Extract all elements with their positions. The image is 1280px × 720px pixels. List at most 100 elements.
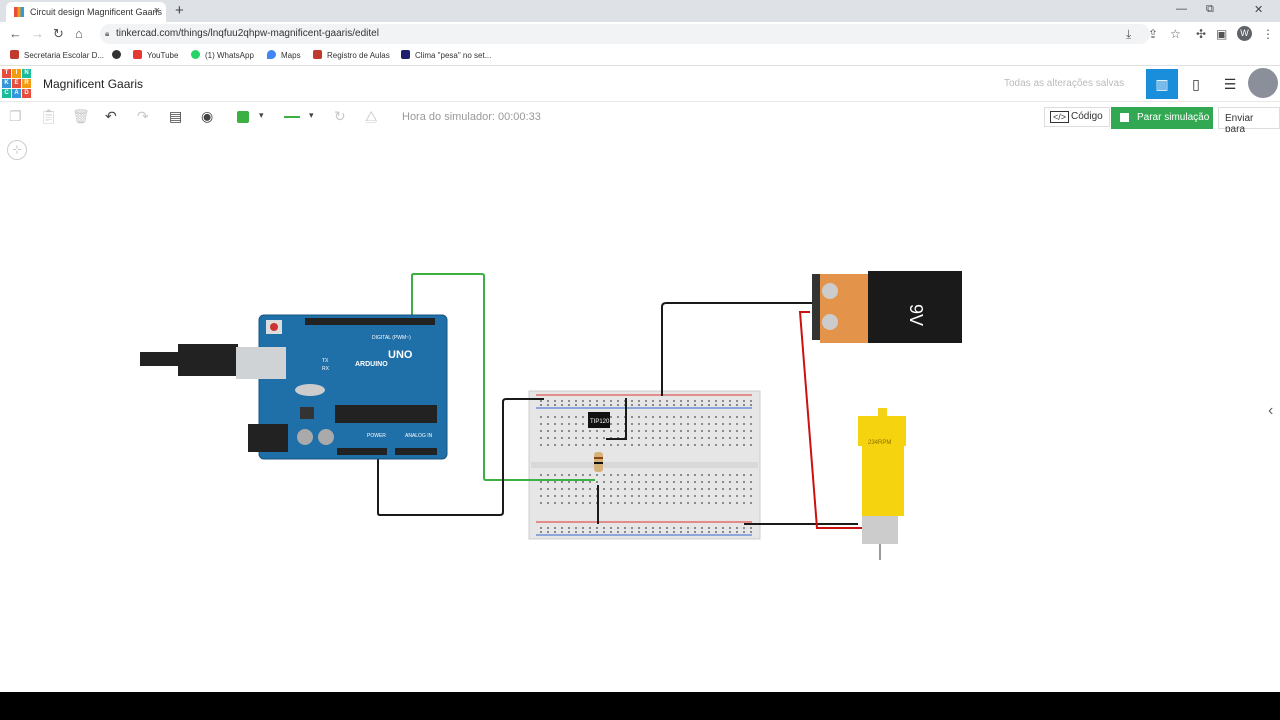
share-icon[interactable]: ⇪ (1148, 27, 1158, 41)
tinkercad-logo[interactable]: T I N K E R C A D (2, 69, 31, 98)
breadboard-hole (561, 527, 563, 529)
tip120-transistor[interactable]: TIP120 (588, 412, 610, 428)
send-to-button[interactable]: Enviar para (1218, 107, 1280, 135)
svg-text:ARDUINO: ARDUINO (355, 361, 388, 368)
side-panel-icon[interactable]: ▣ (1216, 27, 1227, 41)
bookmark-star-icon[interactable]: ☆ (1170, 27, 1181, 41)
schematic-view-button[interactable]: ▯ (1180, 69, 1212, 99)
arduino-uno[interactable]: ARDUINO UNO DIGITAL (PWM~) POWER ANALOG … (140, 314, 448, 460)
breadboard-hole (617, 400, 619, 402)
browser-menu-icon[interactable]: ⋮ (1262, 27, 1274, 41)
restore-icon[interactable]: ⧉ (1206, 3, 1214, 16)
user-avatar[interactable] (1248, 68, 1278, 98)
notes-visibility-icon[interactable]: ◉ (201, 108, 213, 125)
download-icon[interactable]: ⤓ (1126, 27, 1131, 42)
bookmark-item[interactable]: (1) WhatsApp (191, 50, 254, 60)
breadboard-hole (736, 488, 738, 490)
breadboard-hole (540, 481, 542, 483)
breadboard-hole (694, 423, 696, 425)
9v-battery[interactable]: 9V (812, 271, 962, 343)
color-dropdown-chevron-icon[interactable]: ▾ (259, 110, 264, 121)
breadboard-hole (687, 430, 689, 432)
breadboard-hole (652, 481, 654, 483)
dc-motor[interactable]: 234RPM (858, 408, 906, 560)
forward-icon[interactable]: → (31, 26, 44, 41)
copy-icon[interactable]: ❐ (9, 108, 22, 125)
svg-text:9V: 9V (906, 304, 926, 326)
breadboard-hole (540, 437, 542, 439)
reload-icon[interactable]: ↻ (53, 26, 64, 42)
color-swatch[interactable] (237, 111, 249, 123)
url-bar[interactable]: tinkercad.com/things/lnqfuu2qhpw-magnifi… (100, 24, 1150, 44)
wire-dropdown-chevron-icon[interactable]: ▾ (309, 110, 314, 121)
paste-icon[interactable]: 📋︎ (40, 108, 58, 125)
back-icon[interactable]: ← (9, 26, 22, 41)
bookmark-item[interactable]: YouTube (133, 50, 178, 60)
breadboard[interactable] (528, 390, 761, 540)
breadboard-hole (596, 437, 598, 439)
rotate-icon[interactable]: ↻ (334, 108, 346, 125)
bookmark-item[interactable]: Secretaria Escolar D... (10, 50, 104, 60)
breadboard-hole (589, 502, 591, 504)
breadboard-hole (589, 527, 591, 529)
breadboard-hole (638, 404, 640, 406)
breadboard-hole (694, 404, 696, 406)
stop-icon (1120, 113, 1129, 122)
circuit-view-button[interactable]: ▥ (1146, 69, 1178, 99)
bookmark-item[interactable] (112, 50, 126, 60)
window-close-icon[interactable]: ✕ (1254, 3, 1263, 16)
circuit-canvas[interactable]: ⊹ ‹ ARDUINO UNO DIGITAL (PWM~) POWER ANA… (0, 132, 1280, 692)
breadboard-hole (575, 474, 577, 476)
breadboard-hole (589, 444, 591, 446)
bookmark-item[interactable]: Registro de Aulas (313, 50, 390, 60)
extensions-icon[interactable]: ✣ (1196, 27, 1206, 41)
minimize-icon[interactable]: — (1176, 3, 1187, 15)
undo-icon[interactable]: ↶ (105, 108, 117, 125)
notes-icon[interactable]: ▤ (169, 108, 182, 125)
lock-icon[interactable]: 🔒︎ (105, 29, 109, 39)
breadboard-hole (743, 481, 745, 483)
stop-simulation-button[interactable]: Parar simulação (1111, 107, 1213, 129)
breadboard-hole (694, 531, 696, 533)
bookmark-item[interactable]: Clima "pesa" no set... (401, 50, 491, 60)
breadboard-hole (659, 400, 661, 402)
new-tab-button[interactable]: + (175, 2, 184, 19)
breadboard-hole (603, 437, 605, 439)
breadboard-hole (589, 531, 591, 533)
breadboard-hole (659, 495, 661, 497)
bookmark-item[interactable]: Maps (267, 50, 301, 60)
home-icon[interactable]: ⌂ (75, 26, 83, 41)
breadboard-hole (638, 444, 640, 446)
breadboard-hole (750, 416, 752, 418)
breadboard-hole (750, 430, 752, 432)
wire-type-icon[interactable] (284, 116, 300, 118)
breadboard-hole (666, 444, 668, 446)
breadboard-hole (736, 423, 738, 425)
breadboard-hole (729, 495, 731, 497)
code-button[interactable]: </> Código (1044, 107, 1110, 127)
browser-profile-avatar[interactable]: W (1237, 26, 1252, 41)
breadboard-hole (736, 527, 738, 529)
breadboard-hole (694, 437, 696, 439)
browser-tab[interactable]: Circuit design Magnificent Gaaris × (6, 2, 166, 22)
breadboard-hole (750, 495, 752, 497)
delete-icon[interactable]: 🗑︎ (72, 108, 90, 125)
resistor[interactable] (594, 452, 603, 472)
breadboard-hole (603, 481, 605, 483)
project-title[interactable]: Magnificent Gaaris (43, 77, 143, 91)
breadboard-hole (575, 502, 577, 504)
breadboard-hole (666, 474, 668, 476)
breadboard-hole (540, 400, 542, 402)
breadboard-hole (701, 495, 703, 497)
tab-close-icon[interactable]: × (154, 5, 160, 17)
breadboard-hole (687, 474, 689, 476)
breadboard-hole (547, 400, 549, 402)
breadboard-hole (610, 502, 612, 504)
flip-icon[interactable]: ⧋ (365, 108, 378, 125)
redo-icon[interactable]: ↷ (137, 108, 149, 125)
breadboard-hole (610, 531, 612, 533)
breadboard-hole (673, 423, 675, 425)
component-list-button[interactable]: ☰ (1214, 69, 1246, 99)
breadboard-hole (568, 430, 570, 432)
breadboard-hole (561, 430, 563, 432)
